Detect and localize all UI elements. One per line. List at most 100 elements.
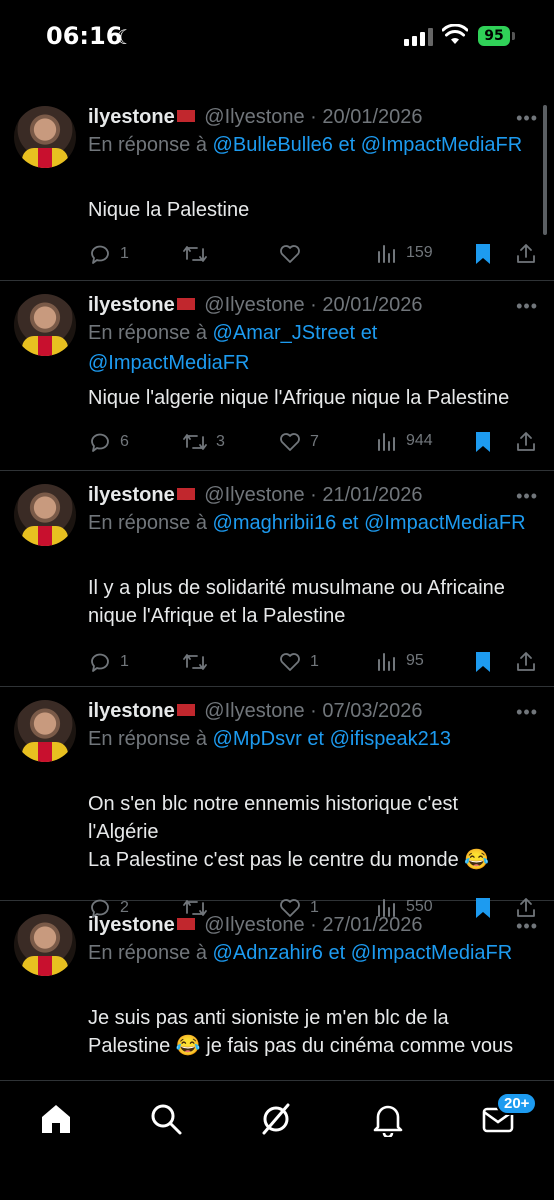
views-button[interactable]: 95 [376,650,424,672]
home-icon[interactable] [38,1101,74,1137]
bookmark-button[interactable] [472,430,494,454]
grok-icon[interactable] [258,1101,294,1137]
tweet[interactable]: ilyestone @Ilyestone · 07/03/2026 ••• En… [0,686,554,918]
retweet-icon [182,430,208,454]
retweet-button[interactable] [182,242,216,266]
tweet-date[interactable]: 20/01/2026 [322,106,422,128]
like-icon [278,430,302,454]
user-handle[interactable]: @Ilyestone [204,914,304,936]
user-handle[interactable]: @Ilyestone [204,106,304,128]
reply-button[interactable]: 1 [88,650,129,674]
reply-button[interactable]: 6 [88,430,129,454]
like-count: 7 [310,433,319,450]
bookmark-button[interactable] [472,650,494,674]
tweet-date[interactable]: 27/01/2026 [322,914,422,936]
status-time: 06:16 [46,22,123,50]
share-button[interactable] [514,430,538,454]
like-button[interactable]: 7 [278,430,319,454]
reply-joiner[interactable]: et [338,134,355,156]
battery-indicator: 95 [478,26,510,46]
user-handle[interactable]: @Ilyestone [204,484,304,506]
tweet-header: ilyestone @Ilyestone · 20/01/2026 [88,294,423,316]
tweet[interactable]: ilyestone @Ilyestone · 27/01/2026 ••• En… [0,900,554,1102]
like-button[interactable] [278,242,310,266]
mention-link[interactable]: @BulleBulle6 [213,134,333,156]
share-icon [514,650,538,674]
retweet-button[interactable]: 3 [182,430,225,454]
tweet-text-line: Il y a plus de solidarité musulmane ou A… [88,577,505,599]
mention-link[interactable]: @ImpactMediaFR [88,352,249,374]
avatar[interactable] [14,106,76,168]
tweet-text-line: l'Algérie [88,821,159,843]
reply-icon [88,242,112,266]
display-name[interactable]: ilyestone [88,914,175,936]
mention-link[interactable]: @ifispeak213 [330,728,451,750]
mention-link[interactable]: @Amar_JStreet [213,322,356,344]
reply-joiner[interactable]: et [328,942,345,964]
reply-prefix: En réponse à [88,942,207,964]
mention-link[interactable]: @ImpactMediaFR [364,512,525,534]
mention-link[interactable]: @ImpactMediaFR [361,134,522,156]
reply-context: En réponse à @maghribii16 et @ImpactMedi… [88,508,538,538]
views-count: 159 [406,244,433,261]
display-name[interactable]: ilyestone [88,294,175,316]
wifi-icon [442,24,468,44]
tweet-header: ilyestone @Ilyestone · 20/01/2026 [88,106,423,128]
mention-link[interactable]: @maghribii16 [213,512,337,534]
more-icon[interactable]: ••• [516,916,538,937]
tweet[interactable]: ilyestone @Ilyestone · 20/01/2026 ••• En… [0,92,554,281]
reply-button[interactable]: 1 [88,242,129,266]
tweet-text-line: Palestine 😂 je fais pas du cinéma comme … [88,1035,514,1057]
share-button[interactable] [514,242,538,266]
tweet[interactable]: ilyestone @Ilyestone · 20/01/2026 ••• En… [0,280,554,471]
like-button[interactable]: 1 [278,650,319,674]
morocco-flag-icon [176,703,195,716]
tweet-text-line: Nique la Palestine [88,199,250,221]
user-handle[interactable]: @Ilyestone [204,700,304,722]
mention-link[interactable]: @Adnzahir6 [213,942,323,964]
more-icon[interactable]: ••• [516,486,538,507]
views-button[interactable]: 944 [376,430,433,452]
tweet-text: Nique la Palestine [88,196,544,224]
share-icon [514,242,538,266]
reply-joiner[interactable]: et [307,728,324,750]
reply-joiner[interactable]: et [342,512,359,534]
share-icon [514,430,538,454]
avatar[interactable] [14,294,76,356]
bottom-navigation [0,1080,554,1200]
more-icon[interactable]: ••• [516,702,538,723]
display-name[interactable]: ilyestone [88,484,175,506]
avatar[interactable] [14,700,76,762]
mention-link[interactable]: @MpDsvr [213,728,302,750]
display-name[interactable]: ilyestone [88,700,175,722]
views-icon [376,650,398,672]
tweet-text: On s'en blc notre ennemis historique c'e… [88,790,544,874]
tweet-text: Il y a plus de solidarité musulmane ou A… [88,574,544,630]
tweet-text-line: nique l'Afrique et la Palestine [88,605,346,627]
like-count: 1 [310,653,319,670]
tweet-text-line: Nique l'algerie nique l'Afrique nique la… [88,387,510,409]
display-name[interactable]: ilyestone [88,106,175,128]
more-icon[interactable]: ••• [516,108,538,129]
mention-link[interactable]: @ImpactMediaFR [351,942,512,964]
views-button[interactable]: 159 [376,242,433,264]
reply-context: En réponse à @Amar_JStreet et @ImpactMed… [88,318,538,378]
more-icon[interactable]: ••• [516,296,538,317]
retweet-button[interactable] [182,650,216,674]
avatar[interactable] [14,914,76,976]
views-icon [376,242,398,264]
user-handle[interactable]: @Ilyestone [204,294,304,316]
reply-icon [88,650,112,674]
avatar[interactable] [14,484,76,546]
tweet-date[interactable]: 20/01/2026 [322,294,422,316]
reply-joiner[interactable]: et [361,322,378,344]
tweet[interactable]: ilyestone @Ilyestone · 21/01/2026 ••• En… [0,470,554,687]
tweet-date[interactable]: 07/03/2026 [322,700,422,722]
morocco-flag-icon [176,487,195,500]
share-button[interactable] [514,650,538,674]
bookmark-button[interactable] [472,242,494,266]
bell-icon[interactable] [370,1101,406,1137]
tweet-header: ilyestone @Ilyestone · 27/01/2026 [88,914,423,936]
tweet-date[interactable]: 21/01/2026 [322,484,422,506]
search-icon[interactable] [148,1101,184,1137]
